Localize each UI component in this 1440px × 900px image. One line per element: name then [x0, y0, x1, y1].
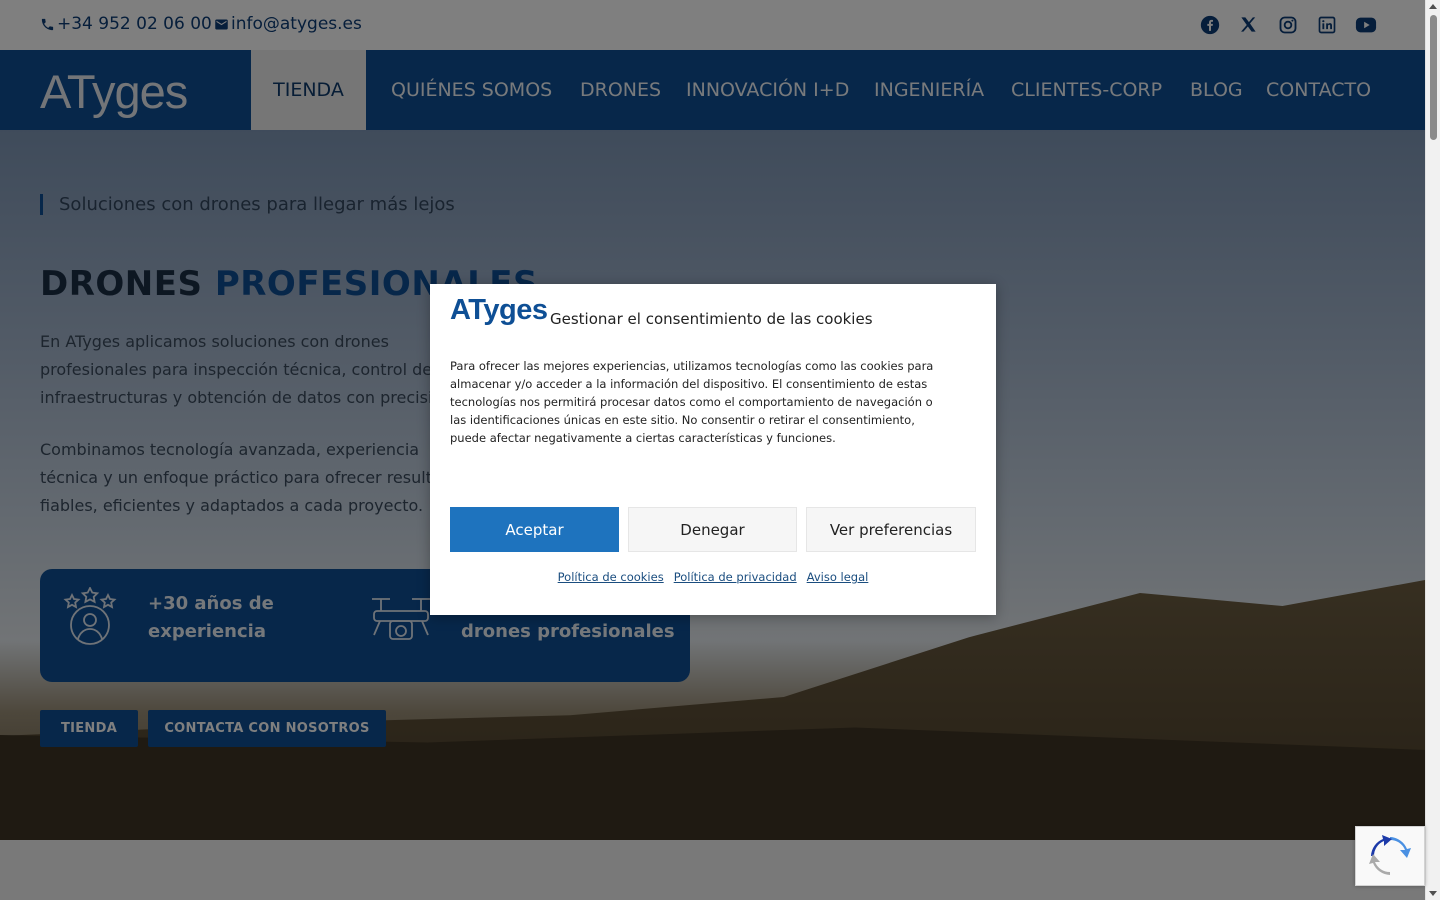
accept-cookies-button[interactable]: Aceptar	[450, 507, 619, 552]
scrollbar-thumb[interactable]	[1430, 15, 1437, 140]
cookie-dialog-text: Para ofrecer las mejores experiencias, u…	[450, 359, 934, 445]
page-scrollbar[interactable]	[1425, 0, 1440, 900]
cookie-dialog-logo: ATyges	[450, 294, 548, 326]
recaptcha-badge[interactable]	[1355, 826, 1425, 886]
deny-cookies-button[interactable]: Denegar	[628, 507, 797, 552]
view-preferences-button[interactable]: Ver preferencias	[806, 507, 976, 552]
legal-notice-link[interactable]: Aviso legal	[807, 570, 869, 584]
scroll-down-arrow-icon[interactable]	[1429, 891, 1437, 896]
privacy-policy-link[interactable]: Política de privacidad	[674, 570, 797, 584]
cookie-consent-dialog: ATyges Gestionar el consentimiento de la…	[430, 284, 996, 615]
scroll-up-arrow-icon[interactable]	[1429, 4, 1437, 9]
cookie-dialog-title: Gestionar el consentimiento de las cooki…	[550, 310, 873, 328]
recaptcha-icon	[1369, 835, 1411, 875]
cookie-dialog-links: Política de cookies Política de privacid…	[430, 570, 996, 584]
cookie-policy-link[interactable]: Política de cookies	[558, 570, 664, 584]
